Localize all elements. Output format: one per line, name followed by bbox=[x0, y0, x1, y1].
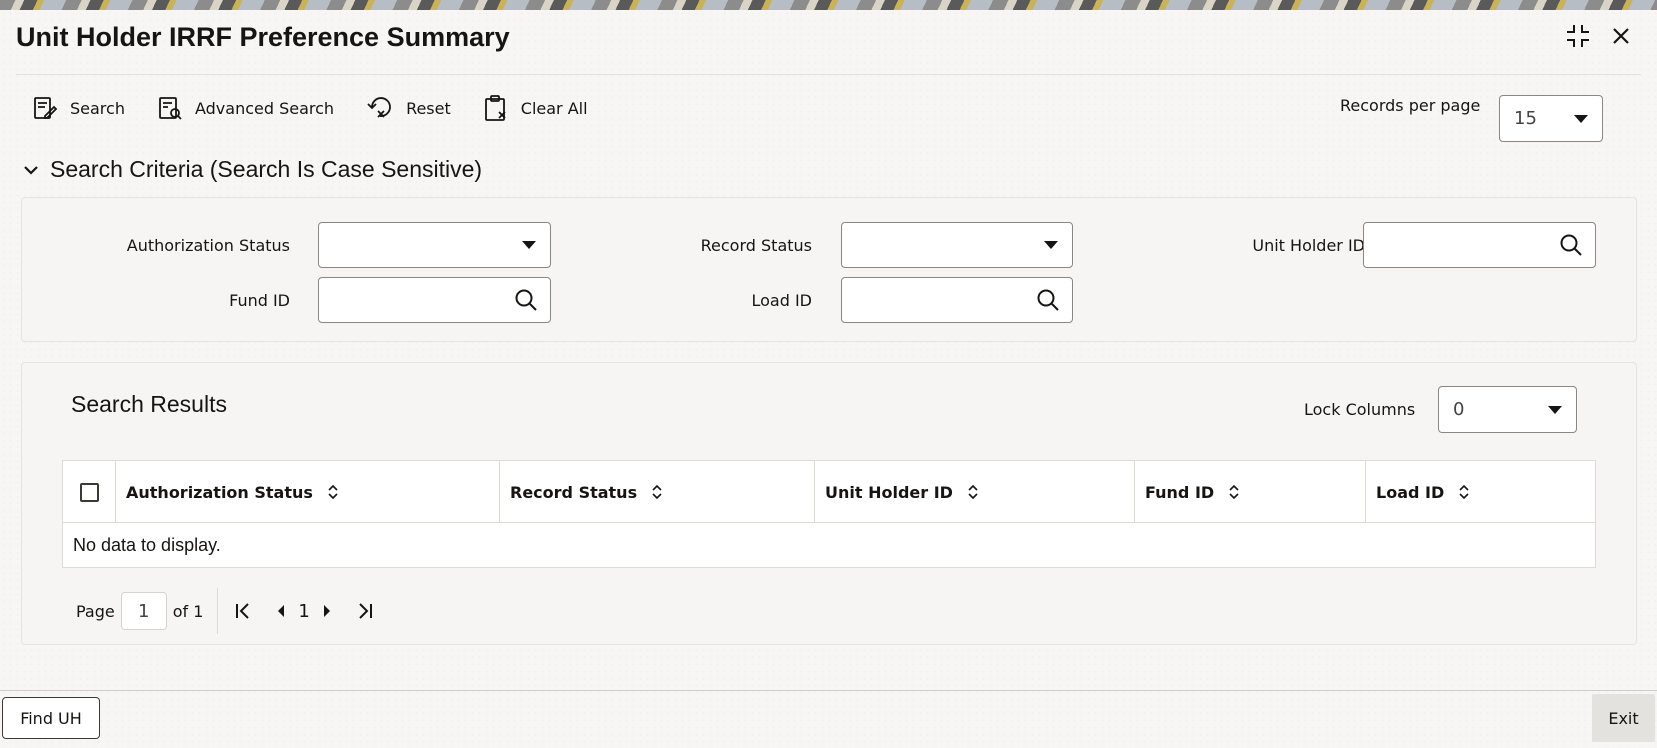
empty-message: No data to display. bbox=[73, 535, 221, 555]
table-header: Authorization Status Record Status Unit … bbox=[63, 461, 1595, 523]
close-icon bbox=[1613, 28, 1629, 44]
first-page-button[interactable] bbox=[230, 596, 256, 626]
column-header-load-id[interactable]: Load ID bbox=[1365, 461, 1595, 523]
unit-holder-id-input[interactable] bbox=[1363, 222, 1596, 268]
sort-icon bbox=[968, 484, 978, 500]
last-page-button[interactable] bbox=[352, 596, 378, 626]
lock-columns-select[interactable]: 0 bbox=[1438, 386, 1577, 433]
find-uh-button[interactable]: Find UH bbox=[2, 697, 100, 739]
close-button[interactable] bbox=[1605, 20, 1637, 52]
caret-down-icon bbox=[1044, 241, 1058, 249]
toolbar: Search Advanced Search Reset Clear All bbox=[32, 88, 620, 128]
title-divider bbox=[16, 74, 1641, 75]
records-per-page-label: Records per page bbox=[1340, 96, 1481, 115]
records-per-page-select[interactable]: 15 bbox=[1499, 95, 1603, 142]
page-count-label: of 1 bbox=[172, 601, 204, 621]
column-header-fund-id[interactable]: Fund ID bbox=[1134, 461, 1365, 523]
fund-id-label: Fund ID bbox=[229, 291, 290, 310]
page-title: Unit Holder IRRF Preference Summary bbox=[16, 22, 510, 52]
record-status-select[interactable] bbox=[841, 222, 1073, 268]
page-number-input[interactable]: 1 bbox=[120, 592, 167, 630]
page-label: Page bbox=[76, 601, 115, 621]
sort-icon bbox=[1229, 484, 1239, 500]
sort-icon bbox=[652, 484, 662, 500]
search-icon[interactable] bbox=[514, 288, 538, 312]
chevron-down-icon bbox=[24, 165, 38, 175]
previous-page-button[interactable] bbox=[268, 596, 294, 626]
results-table: Authorization Status Record Status Unit … bbox=[62, 460, 1596, 568]
current-page-number: 1 bbox=[298, 600, 310, 622]
first-page-icon bbox=[236, 603, 250, 619]
clear-all-button[interactable]: Clear All bbox=[483, 94, 588, 122]
authorization-status-label: Authorization Status bbox=[126, 236, 290, 255]
column-header-record-status[interactable]: Record Status bbox=[499, 461, 814, 523]
minimize-button[interactable] bbox=[1562, 20, 1594, 52]
top-banner bbox=[0, 0, 1657, 10]
reset-icon bbox=[367, 97, 391, 118]
caret-down-icon bbox=[1548, 405, 1562, 414]
search-icon[interactable] bbox=[1036, 288, 1060, 312]
advanced-search-button[interactable]: Advanced Search bbox=[157, 95, 334, 121]
reset-button[interactable]: Reset bbox=[366, 95, 451, 121]
sort-icon bbox=[1459, 484, 1469, 500]
exit-button[interactable]: Exit bbox=[1592, 694, 1655, 742]
pager-divider bbox=[217, 588, 219, 634]
column-header-authorization-status[interactable]: Authorization Status bbox=[115, 461, 499, 523]
column-header-unit-holder-id[interactable]: Unit Holder ID bbox=[814, 461, 1134, 523]
pagination: Page 1 of 1 1 bbox=[76, 588, 378, 634]
load-id-input[interactable] bbox=[841, 277, 1073, 323]
unit-holder-id-label: Unit Holder ID bbox=[1252, 236, 1365, 255]
search-results-title: Search Results bbox=[71, 391, 227, 417]
select-all-checkbox[interactable] bbox=[80, 483, 99, 502]
search-doc-icon bbox=[34, 97, 58, 119]
caret-right-icon bbox=[323, 605, 330, 617]
search-criteria-toggle[interactable]: Search Criteria (Search Is Case Sensitiv… bbox=[22, 156, 482, 183]
next-page-button[interactable] bbox=[314, 596, 340, 626]
lock-columns-label: Lock Columns bbox=[1304, 400, 1416, 419]
search-button[interactable]: Search bbox=[32, 95, 125, 121]
authorization-status-select[interactable] bbox=[318, 222, 551, 268]
fund-id-input[interactable] bbox=[318, 277, 551, 323]
advanced-search-icon bbox=[159, 97, 182, 120]
search-criteria-heading: Search Criteria (Search Is Case Sensitiv… bbox=[50, 156, 483, 182]
load-id-label: Load ID bbox=[751, 291, 812, 310]
sort-icon bbox=[328, 484, 338, 500]
collapse-icon bbox=[1567, 25, 1589, 47]
caret-down-icon bbox=[1574, 114, 1588, 123]
caret-down-icon bbox=[522, 241, 536, 249]
clipboard-clear-icon bbox=[484, 95, 506, 121]
last-page-icon bbox=[359, 603, 372, 619]
search-criteria-panel bbox=[21, 197, 1637, 342]
caret-left-icon bbox=[278, 605, 285, 617]
record-status-label: Record Status bbox=[700, 236, 812, 255]
search-icon[interactable] bbox=[1559, 233, 1583, 257]
footer-divider bbox=[0, 690, 1657, 691]
